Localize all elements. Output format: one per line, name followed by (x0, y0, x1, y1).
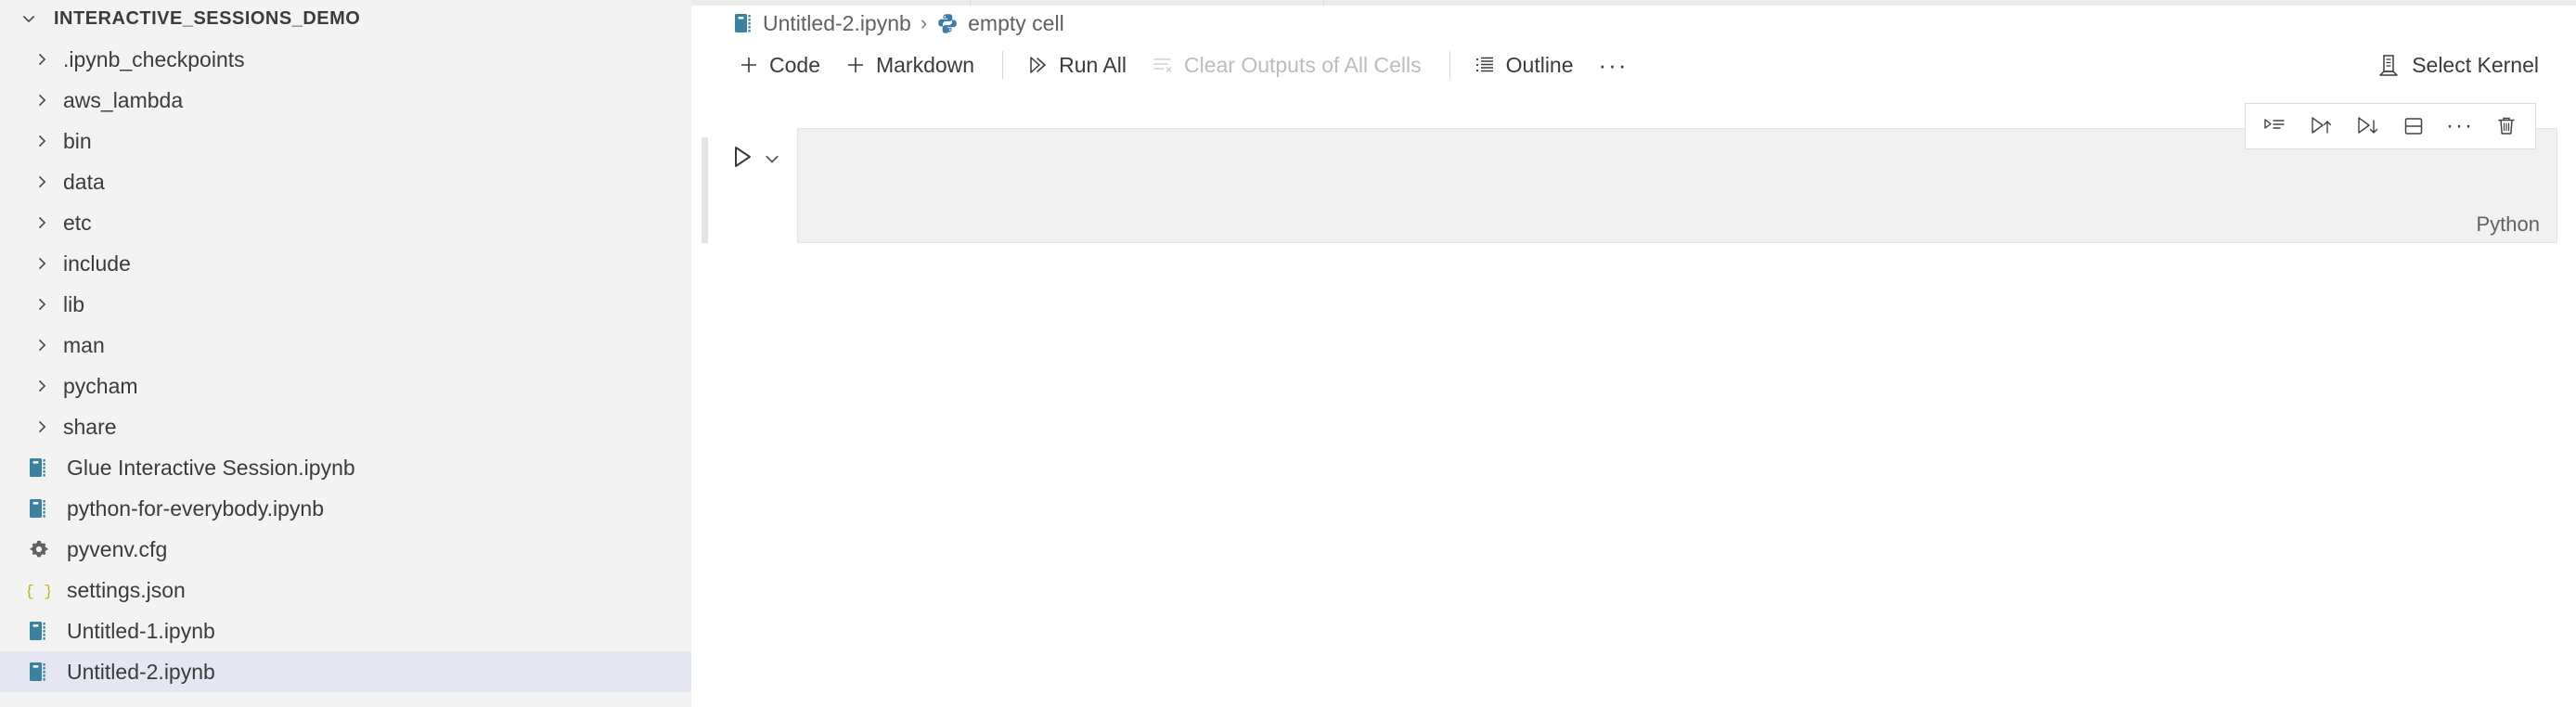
trash-icon[interactable] (2483, 105, 2530, 148)
svg-text:{ }: { } (28, 584, 50, 601)
tree-item-man[interactable]: man (0, 325, 691, 366)
vscode-window: INTERACTIVE_SESSIONS_DEMO .ipynb_checkpo… (0, 0, 2576, 707)
tree-item-label: man (63, 332, 105, 357)
tab-sliver-3 (1324, 0, 2576, 6)
notebook-icon (733, 12, 753, 34)
tree-item-label: settings.json (67, 577, 186, 602)
tree-item-label: etc (63, 210, 92, 235)
run-all-button[interactable]: Run All (1016, 45, 1136, 84)
tree-item-label: python-for-everybody.ipynb (67, 495, 324, 521)
tree-item-aws-lambda[interactable]: aws_lambda (0, 80, 691, 121)
plus-icon (738, 54, 760, 76)
chevron-right-icon[interactable] (28, 336, 56, 354)
chevron-right-icon[interactable] (28, 173, 56, 191)
notebook-icon (28, 620, 59, 642)
tree-item-settings-json[interactable]: { } settings.json (0, 570, 691, 611)
chevron-right-icon[interactable] (28, 91, 56, 109)
toolbar-divider (1002, 51, 1004, 79)
chevron-right-icon[interactable] (28, 50, 56, 69)
cell-language-label[interactable]: Python (2477, 214, 2541, 235)
more-actions-icon[interactable]: ··· (2437, 105, 2483, 148)
tree-item-label: lib (63, 291, 85, 316)
toolbar-more-actions-button[interactable]: ··· (1592, 45, 1635, 84)
tree-item-etc[interactable]: etc (0, 202, 691, 243)
tree-item-label: .ipynb_checkpoints (63, 46, 245, 71)
cell-focus-indicator (702, 137, 708, 243)
breadcrumb: Untitled-2.ipynb › empty cell (691, 6, 1068, 41)
explorer-section-title: INTERACTIVE_SESSIONS_DEMO (54, 7, 361, 29)
tree-item-lib[interactable]: lib (0, 284, 691, 325)
tree-item-label: Untitled-2.ipynb (67, 659, 215, 684)
editor-area: Untitled-2.ipynb › empty cell Code Markd… (691, 0, 2576, 707)
tree-item-glue-interactive-session-ipynb[interactable]: Glue Interactive Session.ipynb (0, 447, 691, 488)
tree-item-label: data (63, 169, 105, 194)
tree-item-python-for-everybody-ipynb[interactable]: python-for-everybody.ipynb (0, 488, 691, 529)
breadcrumb-separator: › (920, 11, 928, 34)
clear-outputs-icon (1151, 53, 1175, 77)
chevron-right-icon[interactable] (28, 377, 56, 395)
run-above-icon[interactable] (2298, 105, 2344, 148)
run-by-line-icon[interactable] (2251, 105, 2298, 148)
chevron-right-icon[interactable] (28, 213, 56, 232)
run-all-label: Run All (1059, 52, 1127, 77)
run-below-icon[interactable] (2344, 105, 2390, 148)
chevron-down-icon[interactable] (17, 9, 41, 28)
tree-item-ipynb-checkpoints[interactable]: .ipynb_checkpoints (0, 39, 691, 80)
notebook-toolbar: Code Markdown Run All Clear Outputs of A… (691, 41, 2576, 89)
clear-outputs-label: Clear Outputs of All Cells (1183, 52, 1422, 77)
split-cell-icon[interactable] (2390, 105, 2437, 148)
tree-item-untitled-2-ipynb[interactable]: Untitled-2.ipynb (0, 651, 691, 692)
json-braces-icon: { } (28, 579, 59, 601)
select-kernel-button[interactable]: Select Kernel (2365, 45, 2550, 85)
tree-item-label: Untitled-1.ipynb (67, 618, 215, 643)
gear-icon (28, 538, 59, 560)
python-icon (936, 12, 959, 34)
outline-button[interactable]: Outline (1463, 45, 1583, 84)
tree-item-include[interactable]: include (0, 243, 691, 284)
tree-item-pyvenv-cfg[interactable]: pyvenv.cfg (0, 529, 691, 570)
tree-item-label: aws_lambda (63, 87, 184, 112)
tree-item-label: Glue Interactive Session.ipynb (67, 455, 355, 480)
tree-item-pycham[interactable]: pycham (0, 366, 691, 406)
outline-label: Outline (1505, 52, 1574, 77)
breadcrumb-cell[interactable]: empty cell (933, 7, 1068, 39)
explorer-sidebar: INTERACTIVE_SESSIONS_DEMO .ipynb_checkpo… (0, 0, 691, 707)
file-tree: .ipynb_checkpoints aws_lambdabin data etc in… (0, 37, 691, 692)
toolbar-divider (1449, 51, 1450, 79)
chevron-right-icon[interactable] (28, 295, 56, 314)
breadcrumb-cell-label: empty cell (968, 10, 1064, 35)
breadcrumb-file[interactable]: Untitled-2.ipynb (729, 7, 915, 39)
cell-toolbar: ··· (2245, 103, 2536, 149)
select-kernel-label: Select Kernel (2412, 52, 2539, 77)
explorer-section-header[interactable]: INTERACTIVE_SESSIONS_DEMO (0, 0, 691, 37)
notebook-icon (28, 456, 59, 479)
chevron-right-icon[interactable] (28, 418, 56, 436)
more-actions-dots: ··· (2446, 113, 2474, 138)
tree-item-label: share (63, 414, 117, 439)
chevron-down-icon[interactable] (756, 128, 788, 243)
tree-item-share[interactable]: share (0, 406, 691, 447)
add-code-cell-label: Code (769, 52, 820, 77)
tree-item-bin[interactable]: bin (0, 121, 691, 161)
kernel-server-icon (2376, 52, 2401, 78)
run-all-icon (1025, 53, 1050, 77)
add-markdown-cell-label: Markdown (875, 52, 975, 77)
add-markdown-cell-button[interactable]: Markdown (835, 45, 984, 84)
tree-item-untitled-1-ipynb[interactable]: Untitled-1.ipynb (0, 611, 691, 651)
add-code-cell-button[interactable]: Code (728, 45, 830, 84)
notebook-icon (28, 661, 59, 683)
chevron-right-icon[interactable] (28, 132, 56, 150)
chevron-right-icon[interactable] (28, 254, 56, 273)
tree-item-label: include (63, 251, 131, 276)
tree-item-label: pyvenv.cfg (67, 536, 168, 561)
tree-item-label: bin (63, 128, 92, 153)
notebook-icon (28, 497, 59, 520)
outline-list-icon (1473, 53, 1497, 77)
tree-item-label: pycham (63, 373, 138, 398)
clear-outputs-button[interactable]: Clear Outputs of All Cells (1141, 45, 1431, 84)
plus-icon (844, 54, 867, 76)
breadcrumb-file-label: Untitled-2.ipynb (763, 10, 911, 35)
tree-item-data[interactable]: data (0, 161, 691, 202)
